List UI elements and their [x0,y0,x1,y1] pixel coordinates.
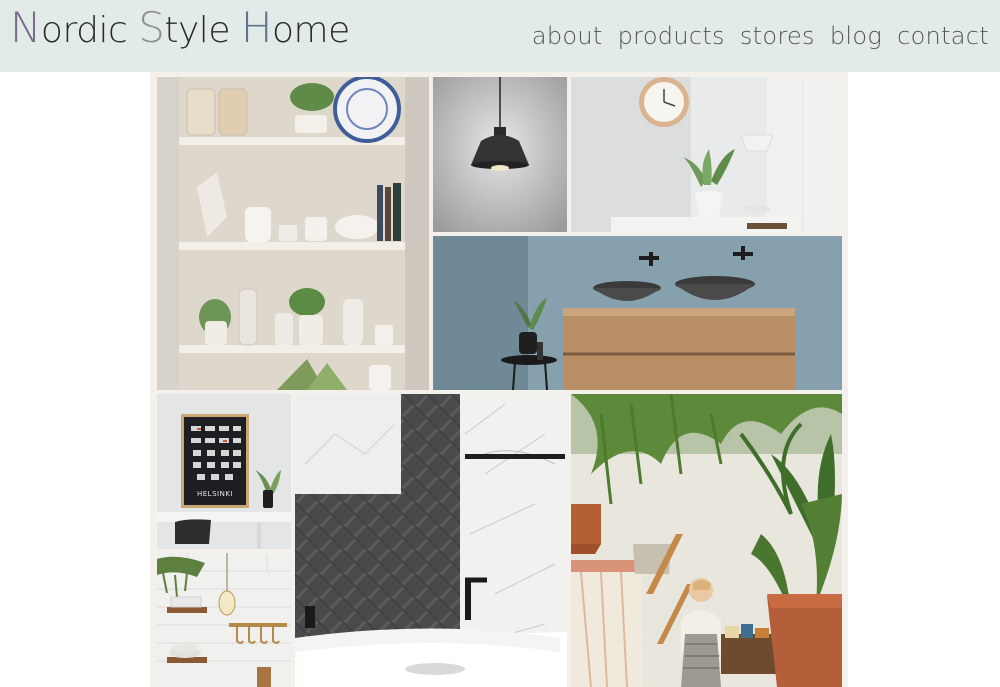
nav-link-stores[interactable]: stores [740,19,815,53]
plants-child-photo[interactable] [571,394,842,687]
kitchen-hooks-photo[interactable] [157,553,291,687]
herringbone-bath-photo[interactable] [295,394,567,687]
poster-caption: HELSINKI [197,490,233,498]
site-logo[interactable]: Nordic Style Home [10,6,350,53]
site-header: Nordic Style Home about products stores … [0,0,1000,72]
pendant-lamp-photo[interactable] [433,77,567,232]
nav-link-blog[interactable]: blog [830,19,882,53]
nav-link-contact[interactable]: contact [897,19,989,53]
nav-link-about[interactable]: about [532,19,603,53]
nav-link-products[interactable]: products [618,19,725,53]
photo-gallery: HELSINKI [150,72,848,687]
wall-clock-desk-photo[interactable] [571,77,842,232]
kitchen-shelves-photo[interactable] [157,77,429,390]
main-nav: about products stores blog contact [532,19,989,53]
helsinki-poster-photo[interactable] [157,394,291,549]
bathroom-vanity-photo[interactable] [433,236,842,390]
